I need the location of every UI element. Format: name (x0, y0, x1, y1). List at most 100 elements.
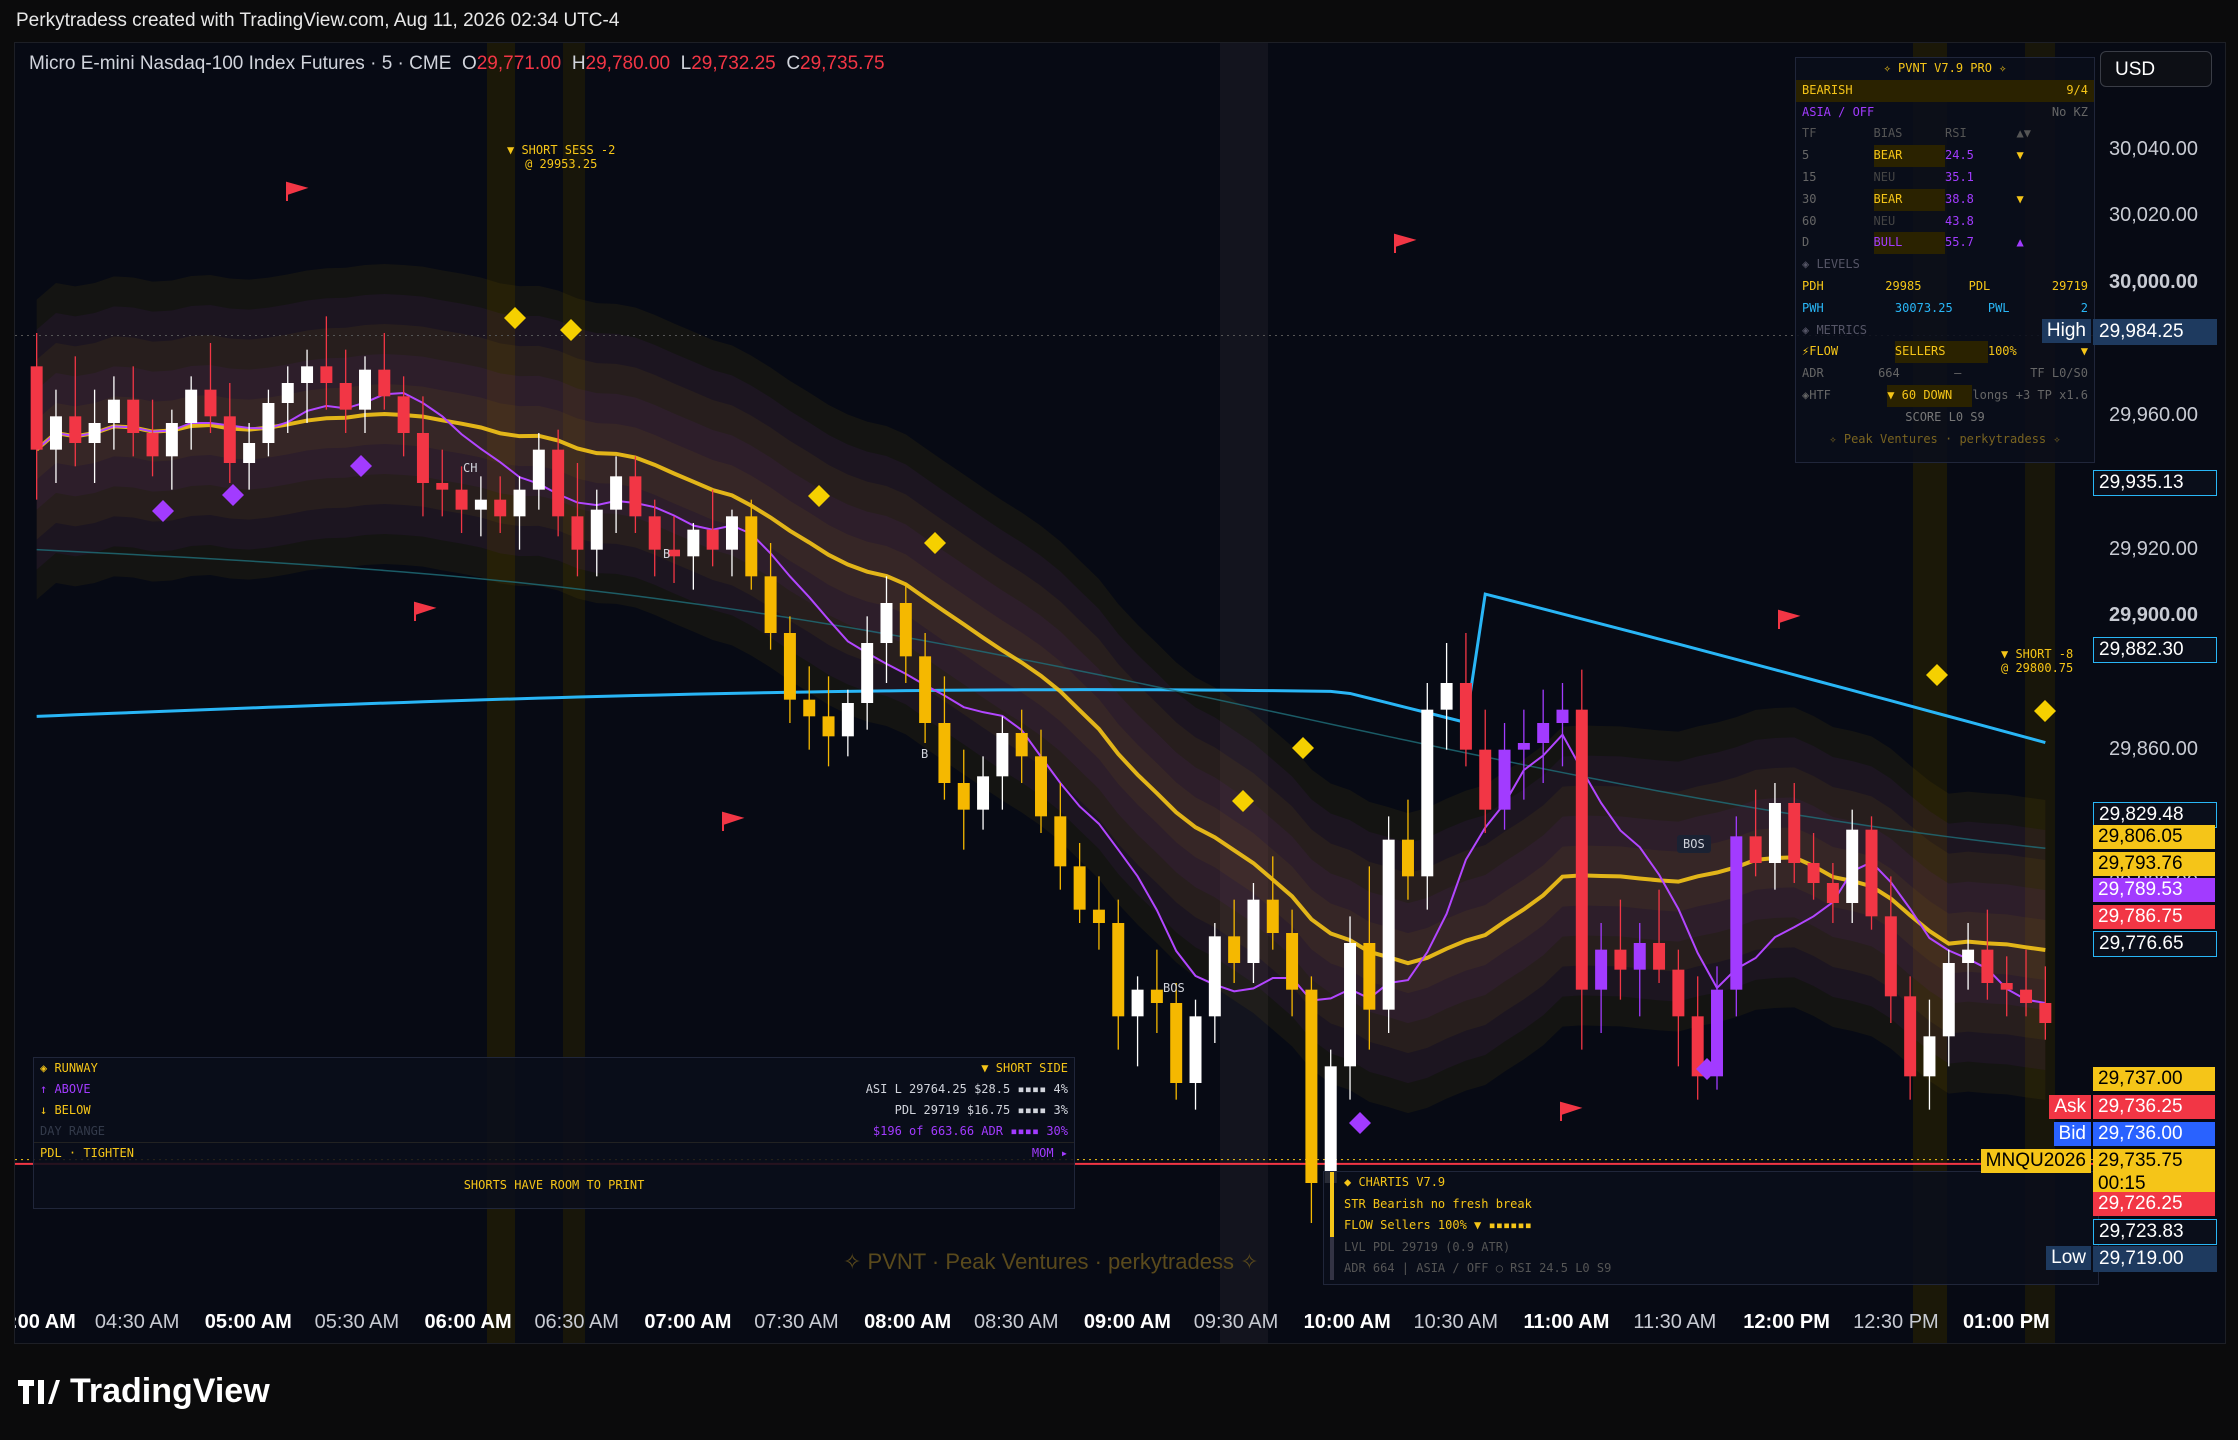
price-label: 29,737.00 (2093, 1067, 2215, 1091)
price-label: 29,789.53 (2093, 878, 2215, 902)
flow-value: SELLERS (1894, 341, 1988, 364)
candle (1344, 943, 1357, 1067)
flag-marker (1778, 609, 1801, 629)
session-label: ASIA / OFF (1802, 104, 1875, 119)
bos-label: BOS (1163, 981, 1185, 995)
candle (30, 366, 43, 450)
candle (919, 656, 932, 723)
candle (1305, 989, 1318, 1183)
time-tick: 05:30 AM (314, 1311, 400, 1333)
time-tick: 06:00 AM (424, 1311, 512, 1333)
candle (397, 396, 410, 433)
candle (1537, 723, 1550, 743)
tf-row: 5 BEAR 24.5 ▼ (1796, 145, 2094, 167)
time-tick: 12:30 PM (1853, 1311, 1939, 1333)
tradingview-logo[interactable]: TradingView (18, 1372, 270, 1411)
runway-panel: ◈ RUNWAY ▼ SHORT SIDE ↑ ABOVE ASI L 29764.… (33, 1057, 1075, 1209)
candle (532, 449, 545, 490)
time-tick: 09:30 AM (1193, 1311, 1279, 1333)
flag-marker (1560, 1101, 1583, 1121)
pvnt-dashboard: ✧ PVNT V7.9 PRO ✧ BEARISH 9/4 ASIA / OFF N… (1795, 57, 2095, 463)
price-label: 29,935.13 (2093, 470, 2217, 496)
candle (957, 783, 970, 810)
candle (49, 416, 62, 450)
currency-button[interactable]: USD (2100, 51, 2212, 87)
candle (1266, 899, 1279, 933)
price-tag: Low (2046, 1246, 2091, 1270)
candle (1479, 749, 1492, 810)
break-label: B (663, 547, 671, 561)
candle (359, 369, 371, 410)
time-tick: 12:00 PM (1743, 1311, 1830, 1333)
candle (880, 603, 893, 643)
pwh-value: 30073.25 (1894, 300, 1953, 315)
time-tick: 01:00 PM (1963, 1311, 2050, 1333)
choch-label: CH (463, 461, 478, 475)
candle (1846, 829, 1859, 903)
candle (1962, 949, 1975, 963)
price-label: 29,735.75 (2093, 1149, 2215, 1173)
candle (455, 489, 468, 510)
short-signal-label: ▼ SHORT -8 @ 29800.75 (2001, 647, 2074, 675)
candle (1904, 996, 1917, 1077)
bias-score: 9/4 (2066, 82, 2088, 97)
price-label: 29,736.00 (2093, 1122, 2215, 1146)
candle (1826, 883, 1839, 903)
candle (1112, 923, 1125, 1017)
chartis-panel: ◆ CHARTIS V7.9 STR Bearish no fresh brea… (1323, 1171, 2099, 1285)
candle (938, 723, 951, 783)
candle (1981, 949, 1994, 983)
candle (1228, 936, 1241, 963)
candle (899, 603, 912, 657)
candle (745, 516, 758, 577)
candle (1653, 943, 1666, 970)
price-tick: 30,020.00 (2109, 204, 2198, 227)
chart-credit: Perkytradess created with TradingView.co… (16, 10, 620, 31)
symbol-title[interactable]: Micro E-mini Nasdaq-100 Index Futures · … (29, 53, 451, 74)
candle (127, 399, 140, 433)
time-tick: 11:00 AM (1523, 1311, 1610, 1333)
candle (571, 516, 584, 550)
candle (1517, 743, 1530, 750)
candle (320, 366, 333, 383)
price-tick: 29,860.00 (2109, 737, 2198, 760)
flag-marker (286, 181, 309, 201)
candle (416, 433, 429, 483)
chart-frame[interactable]: Micro E-mini Nasdaq-100 Index Futures · … (14, 42, 2226, 1344)
price-label: 29,984.25 (2093, 319, 2217, 345)
candle (1498, 749, 1511, 810)
price-label: 29,726.25 (2093, 1192, 2215, 1216)
candle (1672, 969, 1685, 1017)
candle (281, 383, 294, 403)
candle (204, 389, 217, 417)
candle (783, 633, 796, 700)
time-tick: 07:00 AM (644, 1311, 732, 1333)
candle (1015, 733, 1028, 757)
candle (165, 423, 178, 457)
candle (2000, 983, 2013, 990)
open-value: 29,771.00 (476, 53, 562, 74)
flag-marker (722, 811, 745, 831)
candle (1788, 803, 1801, 863)
time-tick: 10:00 AM (1303, 1311, 1391, 1333)
pdl-value: 29719 (2051, 278, 2089, 293)
price-tag: MNQU2026 (1980, 1149, 2091, 1173)
candle (1401, 839, 1414, 877)
htf-value: ▼ 60 DOWN (1887, 384, 1973, 407)
candle (648, 516, 661, 550)
tf-row: 15 NEU 35.1 (1802, 169, 1974, 184)
time-tick: 09:00 AM (1083, 1311, 1171, 1333)
candle (1923, 1036, 1936, 1077)
time-tick: 08:00 AM (864, 1311, 952, 1333)
price-label: 29,786.75 (2093, 905, 2215, 929)
candle (725, 516, 738, 550)
pwl-value: 2 (2080, 300, 2088, 315)
adr-value: 664 (1878, 366, 1900, 381)
tradingview-logo-icon (18, 1379, 60, 1404)
candle (146, 433, 159, 457)
candle (1807, 863, 1820, 883)
candle (107, 399, 120, 423)
time-tick: :00 AM (14, 1311, 76, 1333)
price-label: 29,719.00 (2093, 1246, 2217, 1272)
pdh-value: 29985 (1885, 278, 1922, 293)
